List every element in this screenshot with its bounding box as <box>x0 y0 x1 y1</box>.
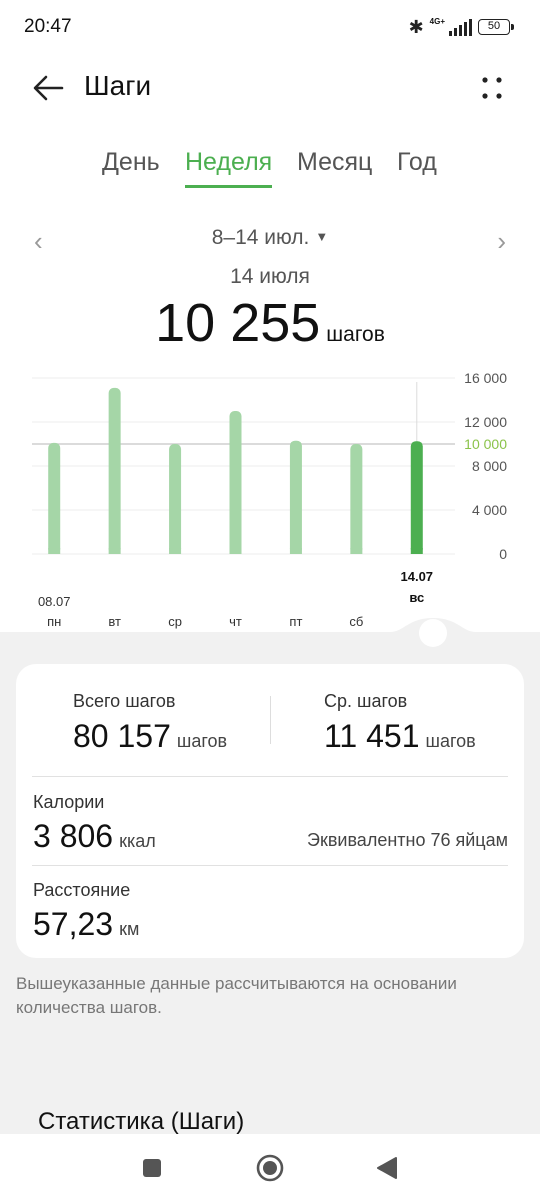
back-arrow-icon[interactable] <box>30 70 66 106</box>
bar-base <box>229 548 242 554</box>
avg-steps-label: Ср. шагов <box>324 691 408 711</box>
system-nav-bar <box>0 1134 540 1200</box>
range-label: 8–14 июл. <box>211 226 310 249</box>
range-selector: ‹ 8–14 июл. ▼ › <box>0 220 540 260</box>
goal-label: 10 000 <box>464 436 507 452</box>
home-button[interactable] <box>256 1154 284 1187</box>
bar-вс <box>410 441 423 554</box>
total-steps-unit: шагов <box>176 731 228 751</box>
bar-пн <box>48 442 61 554</box>
more-options-icon[interactable] <box>474 72 510 108</box>
total-steps-label: Всего шагов <box>73 691 176 711</box>
page-title: Шаги <box>84 70 152 101</box>
calories-value: 3 806 <box>33 818 114 854</box>
tab-month[interactable]: Месяц <box>297 148 372 185</box>
calories-unit: ккал <box>119 831 156 851</box>
y-tick-label: 0 <box>499 546 507 562</box>
caret-down-icon: ▼ <box>315 229 329 244</box>
scrubber-handle[interactable] <box>419 619 447 647</box>
bar-base <box>289 548 302 554</box>
distance: 57,23 км <box>33 906 139 943</box>
period-tabs: День Неделя Месяц Год <box>0 140 540 196</box>
tab-day[interactable]: День <box>102 148 160 185</box>
calories-equivalent: Эквивалентно 76 яйцам <box>307 830 508 850</box>
distance-value: 57,23 <box>33 906 114 942</box>
divider <box>32 776 508 777</box>
chevron-right-icon[interactable]: › <box>497 226 506 257</box>
status-bar: 20:47 ✱ 4G+ 50 <box>0 0 540 56</box>
signal-icon: 4G+ <box>430 18 472 36</box>
bar-base <box>48 548 61 554</box>
date-label: 14.07 <box>401 569 434 584</box>
y-tick-label: 8 000 <box>472 458 507 474</box>
selected-steps-unit: шагов <box>326 323 385 346</box>
steps-bar-chart[interactable]: 16 00012 0008 0004 000010 000пн08.07вт ср… <box>0 360 540 640</box>
chart-scrubber <box>0 618 540 650</box>
bar-вт <box>108 387 121 554</box>
battery-icon: 50 <box>478 19 514 35</box>
status-time: 20:47 <box>24 16 72 37</box>
calories: 3 806 ккал <box>33 818 156 855</box>
total-steps: 80 157 шагов <box>73 718 227 755</box>
total-steps-value: 80 157 <box>73 718 171 754</box>
bar-base <box>410 548 423 554</box>
tab-week[interactable]: Неделя <box>185 148 273 188</box>
selected-date: 14 июля <box>230 265 310 288</box>
y-tick-label: 12 000 <box>464 414 507 430</box>
bar-ср <box>169 444 182 554</box>
selected-steps: 10 255 шагов <box>0 292 540 354</box>
bar-чт <box>229 411 242 554</box>
bar-base <box>350 548 363 554</box>
y-tick-label: 16 000 <box>464 370 507 386</box>
y-tick-label: 4 000 <box>472 502 507 518</box>
divider <box>270 696 271 744</box>
avg-steps-unit: шагов <box>425 731 476 751</box>
summary-card: Всего шагов 80 157 шагов Ср. шагов 11 451… <box>16 664 524 958</box>
bar-base <box>169 548 182 554</box>
distance-unit: км <box>119 919 140 939</box>
avg-steps-value: 11 451 <box>324 718 420 754</box>
recents-button[interactable] <box>142 1158 162 1183</box>
statistics-title: Статистика (Шаги) <box>38 1108 245 1135</box>
calories-label: Калории <box>33 792 105 812</box>
back-button[interactable] <box>376 1156 398 1185</box>
bluetooth-icon: ✱ <box>408 16 424 37</box>
tab-year[interactable]: Год <box>397 148 437 185</box>
range-dropdown[interactable]: 8–14 июл. ▼ <box>0 226 540 250</box>
selected-steps-value: 10 255 <box>155 293 321 353</box>
calculation-note: Вышеуказанные данные рассчитываются на о… <box>16 974 457 1017</box>
divider <box>32 865 508 866</box>
distance-label: Расстояние <box>33 880 131 900</box>
header: Шаги <box>0 56 540 120</box>
bar-сб <box>350 444 363 554</box>
avg-steps: 11 451 шагов <box>324 718 476 755</box>
bar-пт <box>289 440 302 554</box>
bar-base <box>108 548 121 554</box>
network-type: 4G+ <box>429 17 445 26</box>
status-icons: ✱ 4G+ 50 <box>408 15 514 39</box>
